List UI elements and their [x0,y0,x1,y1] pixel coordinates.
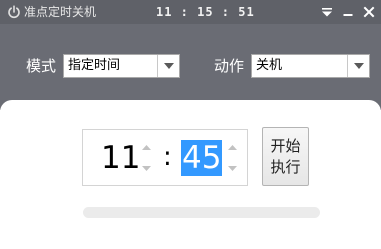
mode-select-value: 指定时间 [68,58,121,73]
title-bar[interactable]: 准点定时关机 11 : 15 : 51 [0,0,381,24]
hour-field[interactable]: 11 [101,140,140,176]
countdown-progress-bar [83,207,320,218]
action-select-value: 关机 [256,58,283,73]
minute-down-arrow-icon[interactable] [224,159,240,178]
execute-button-line2: 执行 [270,157,301,176]
execute-button-line1: 开始 [270,136,301,155]
mode-label: 模式 [26,57,57,75]
menu-icon[interactable] [318,3,336,21]
window-title: 准点定时关机 [24,5,97,19]
action-label: 动作 [214,57,245,75]
minimize-icon[interactable] [339,3,357,21]
close-icon[interactable] [360,3,378,21]
minute-spinner[interactable] [224,138,240,178]
hour-spinner[interactable] [138,138,154,178]
mode-select[interactable]: 指定时间 [63,54,180,78]
start-execute-button[interactable]: 开始 执行 [262,127,309,186]
chevron-down-icon[interactable] [347,55,369,77]
content-edge [0,100,381,120]
chevron-down-icon[interactable] [157,55,179,77]
minute-field[interactable]: 45 [181,140,223,176]
main-content: 11 : 45 开始 执行 [0,100,381,249]
minute-up-arrow-icon[interactable] [224,138,240,157]
time-separator: : [163,142,172,172]
hour-down-arrow-icon[interactable] [138,159,154,178]
hour-up-arrow-icon[interactable] [138,138,154,157]
current-time: 11 : 15 : 51 [156,5,255,19]
power-icon [6,4,22,20]
time-picker[interactable]: 11 : 45 [82,129,248,186]
settings-panel: 模式 指定时间 动作 关机 [0,24,381,110]
action-select[interactable]: 关机 [251,54,370,78]
